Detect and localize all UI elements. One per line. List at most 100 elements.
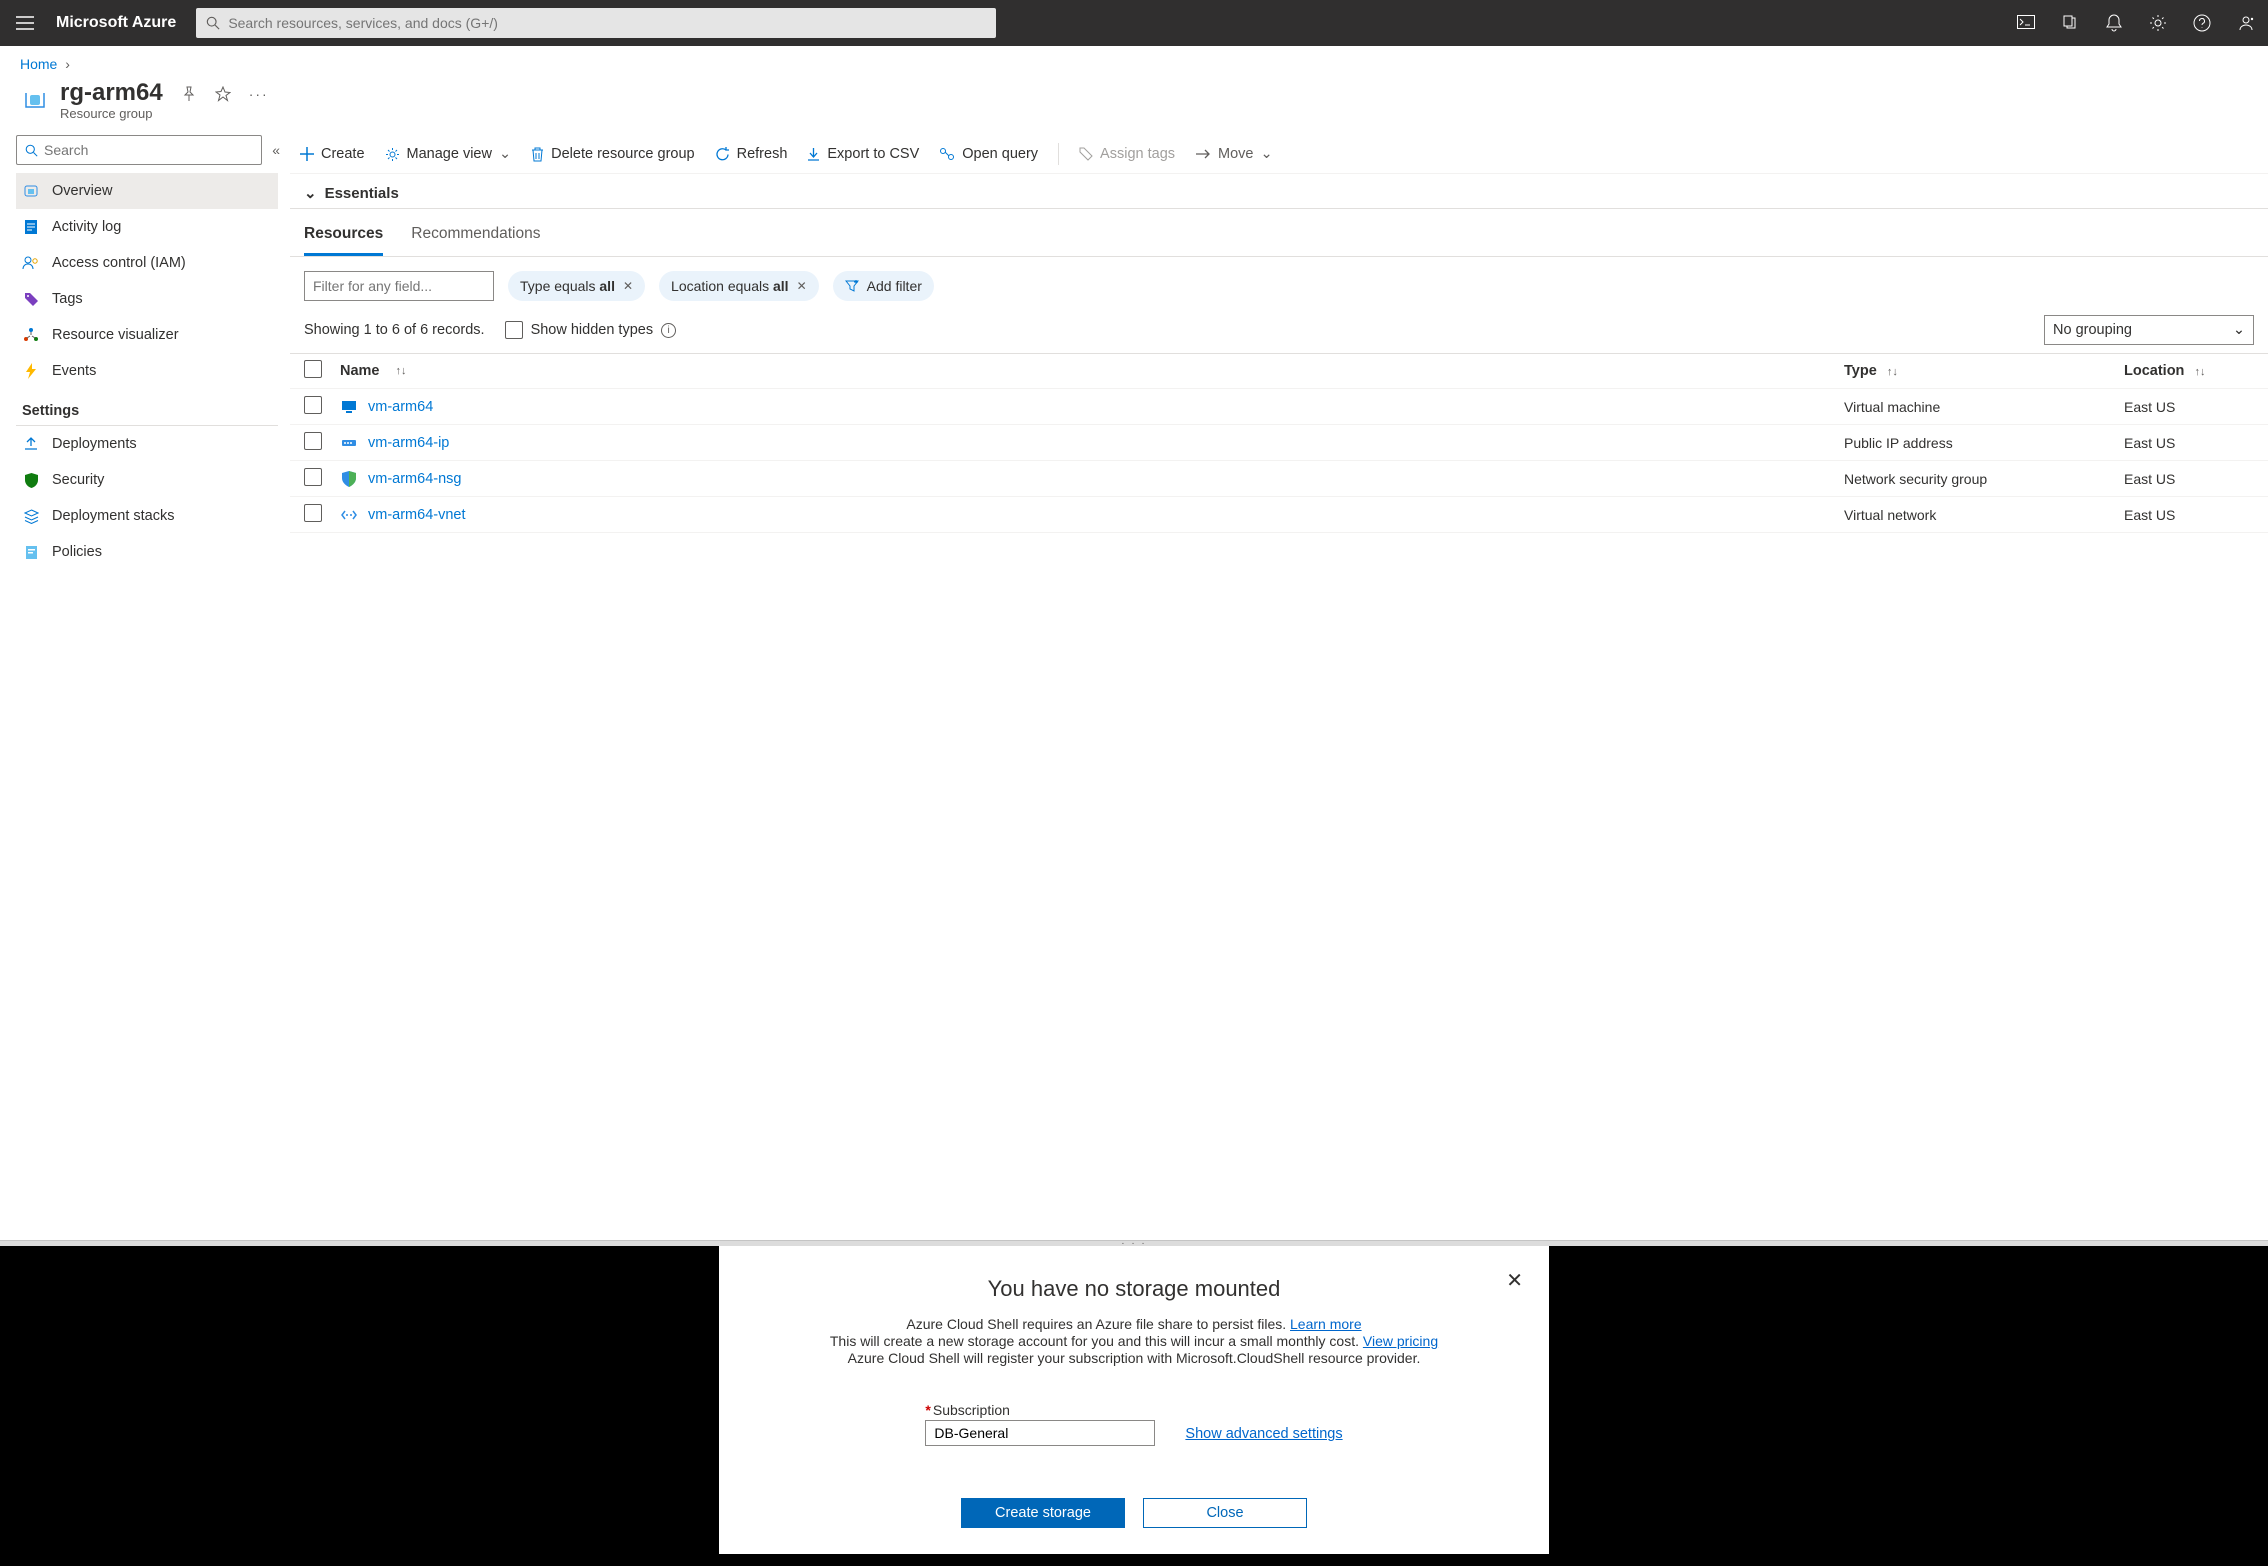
row-checkbox[interactable] bbox=[304, 432, 322, 450]
cmd-create[interactable]: Create bbox=[300, 146, 365, 162]
sidebar-item-events[interactable]: Events bbox=[16, 353, 278, 389]
close-button[interactable]: Close bbox=[1143, 1498, 1307, 1528]
breadcrumb: Home › bbox=[0, 46, 2268, 76]
grouping-select[interactable]: No grouping ⌄ bbox=[2044, 315, 2254, 345]
close-icon[interactable]: ✕ bbox=[623, 279, 633, 293]
page-subtitle: Resource group bbox=[60, 106, 163, 121]
sidebar-search-input[interactable] bbox=[44, 142, 253, 158]
cmd-export-csv[interactable]: Export to CSV bbox=[807, 146, 919, 162]
cell-location: East US bbox=[2124, 507, 2254, 523]
cmd-open-query[interactable]: Open query bbox=[939, 146, 1038, 162]
sort-icon: ↑↓ bbox=[1887, 366, 1898, 378]
sidebar-item-deployment-stacks[interactable]: Deployment stacks bbox=[16, 498, 278, 534]
sidebar-item-resource-visualizer[interactable]: Resource visualizer bbox=[16, 317, 278, 353]
row-checkbox[interactable] bbox=[304, 468, 322, 486]
cmd-separator bbox=[1058, 143, 1059, 165]
show-hidden-label: Show hidden types bbox=[531, 322, 654, 338]
cmd-label: Refresh bbox=[737, 146, 788, 162]
cmd-label: Move bbox=[1218, 146, 1253, 162]
resource-link[interactable]: vm-arm64-nsg bbox=[368, 471, 461, 487]
tab-resources[interactable]: Resources bbox=[304, 225, 383, 256]
table-row: vm-arm64-ip Public IP address East US bbox=[290, 425, 2268, 461]
lightning-icon bbox=[22, 363, 40, 379]
col-header-label: Name bbox=[340, 363, 380, 379]
chevron-down-icon: ⌄ bbox=[1260, 146, 1272, 162]
close-icon[interactable]: ✕ bbox=[1506, 1268, 1523, 1293]
policy-icon bbox=[22, 545, 40, 560]
breadcrumb-home-link[interactable]: Home bbox=[20, 56, 57, 72]
cmd-assign-tags: Assign tags bbox=[1079, 146, 1175, 162]
star-icon[interactable] bbox=[215, 86, 231, 102]
resource-link[interactable]: vm-arm64-ip bbox=[368, 435, 449, 451]
sidebar-search[interactable] bbox=[16, 135, 262, 165]
view-pricing-link[interactable]: View pricing bbox=[1363, 1333, 1438, 1349]
chevron-right-icon: › bbox=[65, 56, 70, 72]
settings-gear-icon[interactable] bbox=[2136, 0, 2180, 46]
tag-icon bbox=[22, 292, 40, 307]
cloud-shell-panel: ✕ You have no storage mounted Azure Clou… bbox=[0, 1246, 2268, 1566]
sidebar-item-label: Deployment stacks bbox=[52, 508, 175, 524]
stacks-icon bbox=[22, 509, 40, 524]
search-icon bbox=[206, 16, 220, 30]
shield-icon bbox=[22, 473, 40, 488]
col-header-label: Type bbox=[1844, 363, 1877, 379]
more-icon[interactable]: ··· bbox=[249, 86, 269, 102]
pin-icon[interactable] bbox=[181, 86, 197, 102]
sidebar-item-deployments[interactable]: Deployments bbox=[16, 426, 278, 462]
col-header-name[interactable]: Name ↑↓ bbox=[340, 363, 1844, 379]
hamburger-menu-button[interactable] bbox=[0, 0, 50, 46]
cloud-shell-icon[interactable] bbox=[2004, 0, 2048, 46]
info-icon[interactable]: i bbox=[661, 323, 676, 338]
row-checkbox[interactable] bbox=[304, 504, 322, 522]
filter-pill-type[interactable]: Type equals all ✕ bbox=[508, 271, 645, 301]
sidebar-item-policies[interactable]: Policies bbox=[16, 534, 278, 570]
tag-icon bbox=[1079, 147, 1093, 161]
resource-link[interactable]: vm-arm64-vnet bbox=[368, 507, 466, 523]
cmd-label: Create bbox=[321, 146, 365, 162]
sidebar-item-tags[interactable]: Tags bbox=[16, 281, 278, 317]
tab-recommendations[interactable]: Recommendations bbox=[411, 225, 540, 256]
show-hidden-checkbox[interactable] bbox=[505, 321, 523, 339]
brand-label[interactable]: Microsoft Azure bbox=[56, 14, 176, 32]
table-header-row: Name ↑↓ Type ↑↓ Location ↑↓ bbox=[290, 353, 2268, 389]
feedback-icon[interactable] bbox=[2224, 0, 2268, 46]
directory-filter-icon[interactable] bbox=[2048, 0, 2092, 46]
visualizer-icon bbox=[22, 328, 40, 342]
resource-table: Name ↑↓ Type ↑↓ Location ↑↓ vm-arm64 bbox=[290, 353, 2268, 533]
col-header-location[interactable]: Location ↑↓ bbox=[2124, 363, 2254, 379]
subscription-input[interactable] bbox=[925, 1420, 1155, 1446]
vnet-icon bbox=[340, 506, 358, 524]
sidebar-item-label: Access control (IAM) bbox=[52, 255, 186, 271]
filter-pill-location[interactable]: Location equals all ✕ bbox=[659, 271, 819, 301]
resource-link[interactable]: vm-arm64 bbox=[368, 399, 433, 415]
global-search-input[interactable] bbox=[228, 15, 986, 31]
cmd-delete[interactable]: Delete resource group bbox=[531, 146, 694, 162]
essentials-toggle[interactable]: ⌄ Essentials bbox=[290, 174, 2268, 209]
sidebar-item-security[interactable]: Security bbox=[16, 462, 278, 498]
cmd-manage-view[interactable]: Manage view ⌄ bbox=[385, 146, 512, 162]
collapse-sidebar-button[interactable]: « bbox=[272, 142, 286, 158]
notifications-icon[interactable] bbox=[2092, 0, 2136, 46]
col-header-type[interactable]: Type ↑↓ bbox=[1844, 363, 2124, 379]
refresh-icon bbox=[715, 147, 730, 162]
records-count-text: Showing 1 to 6 of 6 records. bbox=[304, 322, 485, 338]
sidebar-item-access-control[interactable]: Access control (IAM) bbox=[16, 245, 278, 281]
global-search[interactable] bbox=[196, 8, 996, 38]
close-icon[interactable]: ✕ bbox=[797, 279, 807, 293]
tabs: Resources Recommendations bbox=[290, 209, 2268, 257]
cmd-move[interactable]: Move ⌄ bbox=[1195, 146, 1273, 162]
show-advanced-settings-link[interactable]: Show advanced settings bbox=[1185, 1426, 1342, 1442]
add-filter-button[interactable]: Add filter bbox=[833, 271, 934, 301]
sidebar-item-activity-log[interactable]: Activity log bbox=[16, 209, 278, 245]
download-icon bbox=[807, 147, 820, 162]
sidebar-settings-heading: Settings bbox=[16, 389, 286, 423]
cmd-refresh[interactable]: Refresh bbox=[715, 146, 788, 162]
learn-more-link[interactable]: Learn more bbox=[1290, 1316, 1362, 1332]
sidebar-item-label: Resource visualizer bbox=[52, 327, 179, 343]
help-icon[interactable] bbox=[2180, 0, 2224, 46]
sidebar-item-overview[interactable]: Overview bbox=[16, 173, 278, 209]
select-all-checkbox[interactable] bbox=[304, 360, 322, 378]
row-checkbox[interactable] bbox=[304, 396, 322, 414]
create-storage-button[interactable]: Create storage bbox=[961, 1498, 1125, 1528]
filter-field-input[interactable] bbox=[304, 271, 494, 301]
